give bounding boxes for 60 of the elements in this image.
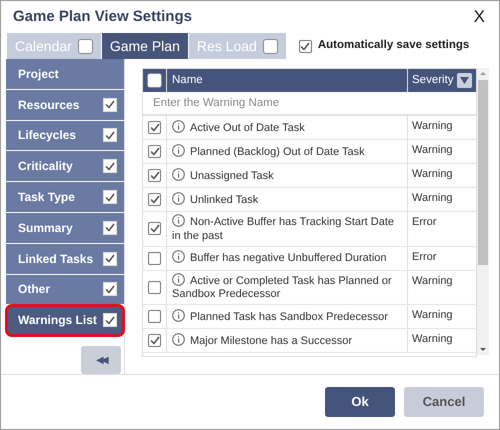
- checkbox[interactable]: [298, 40, 312, 52]
- info-icon[interactable]: [172, 144, 185, 157]
- filter-icon[interactable]: [457, 73, 472, 88]
- collapse-button[interactable]: ◀◀: [81, 346, 121, 374]
- scrollbar[interactable]: [477, 68, 489, 355]
- sidebar-item[interactable]: Lifecycles: [6, 120, 124, 152]
- select-all-checkbox[interactable]: [147, 73, 162, 88]
- severity-text: Warning: [412, 333, 453, 347]
- info-icon[interactable]: [172, 168, 185, 181]
- severity-text: Warning: [412, 192, 453, 206]
- info-icon[interactable]: [172, 272, 185, 286]
- sidebar-item[interactable]: Warnings List: [6, 305, 124, 336]
- warning-name: Active Out of Date Task: [172, 120, 305, 136]
- warning-name: Active or Completed Task has Planned or Sandbox Predecessor: [172, 272, 393, 302]
- severity-text: Error: [412, 250, 436, 264]
- cancel-button[interactable]: Cancel: [404, 387, 484, 417]
- sidebar-item[interactable]: Other: [6, 274, 124, 306]
- warning-name: Unassigned Task: [172, 168, 274, 184]
- sidebar-item[interactable]: Summary: [6, 212, 124, 244]
- sidebar-item[interactable]: Task Type: [6, 182, 124, 213]
- warning-name: Major Milestone has a Successor: [172, 332, 352, 348]
- sidebar-item[interactable]: Project: [6, 59, 124, 90]
- column-header: Severity: [412, 72, 454, 88]
- checkbox[interactable]: [148, 121, 161, 134]
- sidebar-item[interactable]: Criticality: [6, 151, 124, 182]
- checkbox[interactable]: [148, 334, 161, 347]
- warning-name: Buffer has negative Unbuffered Duration: [172, 250, 387, 266]
- warning-name: Non-Active Buffer has Tracking Start Date in the past: [172, 214, 395, 244]
- tab-checkbox[interactable]: [262, 38, 278, 54]
- checkbox[interactable]: [148, 252, 161, 264]
- checkbox-label: Automatically save settings: [318, 38, 470, 54]
- info-icon[interactable]: [172, 332, 185, 346]
- info-icon[interactable]: [172, 120, 185, 133]
- sidebar-item[interactable]: Linked Tasks: [6, 244, 124, 275]
- dialog-title: Game Plan View Settings: [13, 6, 192, 27]
- info-icon[interactable]: [172, 214, 185, 227]
- sidebar-item[interactable]: Resources: [6, 90, 124, 121]
- column-header: Name: [172, 72, 203, 88]
- checkbox[interactable]: [148, 310, 161, 323]
- severity-text: Warning: [412, 168, 453, 182]
- severity-text: Warning: [412, 120, 453, 134]
- info-icon[interactable]: [172, 250, 185, 264]
- info-icon[interactable]: [172, 192, 185, 205]
- checkbox[interactable]: [148, 193, 161, 206]
- tab[interactable]: Game Plan: [102, 33, 188, 59]
- warning-name: Planned (Backlog) Out of Date Task: [172, 144, 365, 160]
- warning-name: Planned Task has Sandbox Predecessor: [172, 308, 388, 324]
- severity-text: Warning: [412, 274, 453, 288]
- severity-text: Warning: [412, 309, 453, 323]
- close-button[interactable]: X: [474, 4, 485, 30]
- severity-text: Warning: [412, 144, 453, 158]
- checkbox[interactable]: [148, 169, 161, 182]
- checkbox[interactable]: [148, 145, 161, 158]
- info-icon[interactable]: [172, 308, 185, 322]
- ok-button[interactable]: Ok: [325, 387, 395, 417]
- checkbox[interactable]: [148, 280, 161, 294]
- checkbox[interactable]: [148, 222, 161, 236]
- tab-checkbox[interactable]: [78, 38, 93, 54]
- severity-text: Error: [412, 216, 436, 230]
- warning-name: Unlinked Task: [172, 192, 258, 208]
